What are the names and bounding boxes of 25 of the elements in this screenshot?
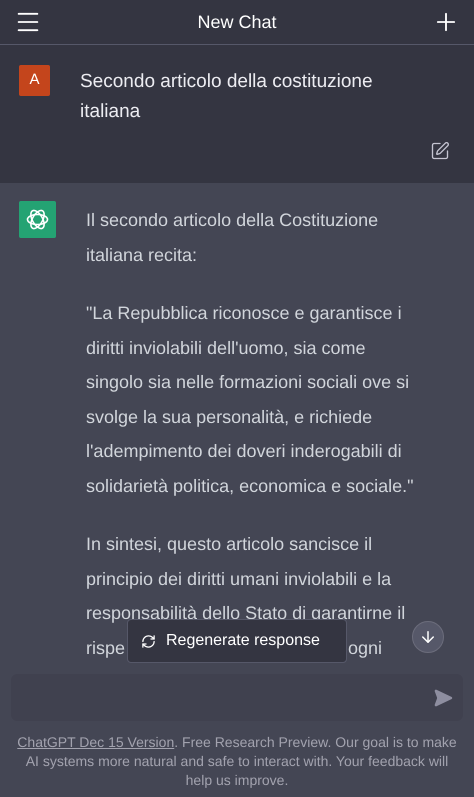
- message-line: singolo sia nelle formazioni sociali ove si: [86, 371, 410, 394]
- assistant-logo-icon: [19, 201, 56, 238]
- message-line: "La Repubblica riconosce e garantisce i: [86, 302, 402, 325]
- window-title: New Chat: [197, 10, 277, 34]
- scroll-down-button[interactable]: [412, 621, 444, 653]
- message-line: Il secondo articolo della Costituzione: [86, 209, 378, 232]
- message-line: svolge la sua personalità, e richiede: [86, 406, 372, 429]
- message-line: In sintesi, questo articolo sancisce il: [86, 533, 372, 556]
- message-line: italiana recita:: [86, 244, 198, 266]
- message-input[interactable]: [11, 674, 463, 721]
- user-message-text: Secondo articolo della costituzione italiana: [80, 70, 374, 124]
- send-icon[interactable]: [433, 688, 453, 708]
- message-line: ogni: [348, 636, 382, 660]
- message-line: solidarietà politica, economica e sociale.": [86, 474, 414, 498]
- message-line: diritti inviolabili dell'uomo, sia come: [86, 336, 366, 360]
- refresh-icon: [141, 634, 156, 648]
- user-avatar: A: [19, 65, 50, 96]
- version-link[interactable]: ChatGPT Dec 15 Version: [17, 734, 174, 750]
- arrow-down-icon: [419, 628, 437, 646]
- message-line: principio dei diritti umani inviolabili e la: [86, 568, 392, 591]
- message-line: rispe: [86, 636, 126, 660]
- message-line: l'adempimento dei doveri inderogabili di: [86, 440, 402, 463]
- regenerate-button[interactable]: Regenerate response: [127, 619, 347, 663]
- footer-disclaimer: ChatGPT Dec 15 Version. Free Research Preview. Our goal is to make AI systems more natural and safe to interact with. Your feedback will help us improve.: [16, 733, 458, 790]
- edit-icon[interactable]: [430, 141, 450, 161]
